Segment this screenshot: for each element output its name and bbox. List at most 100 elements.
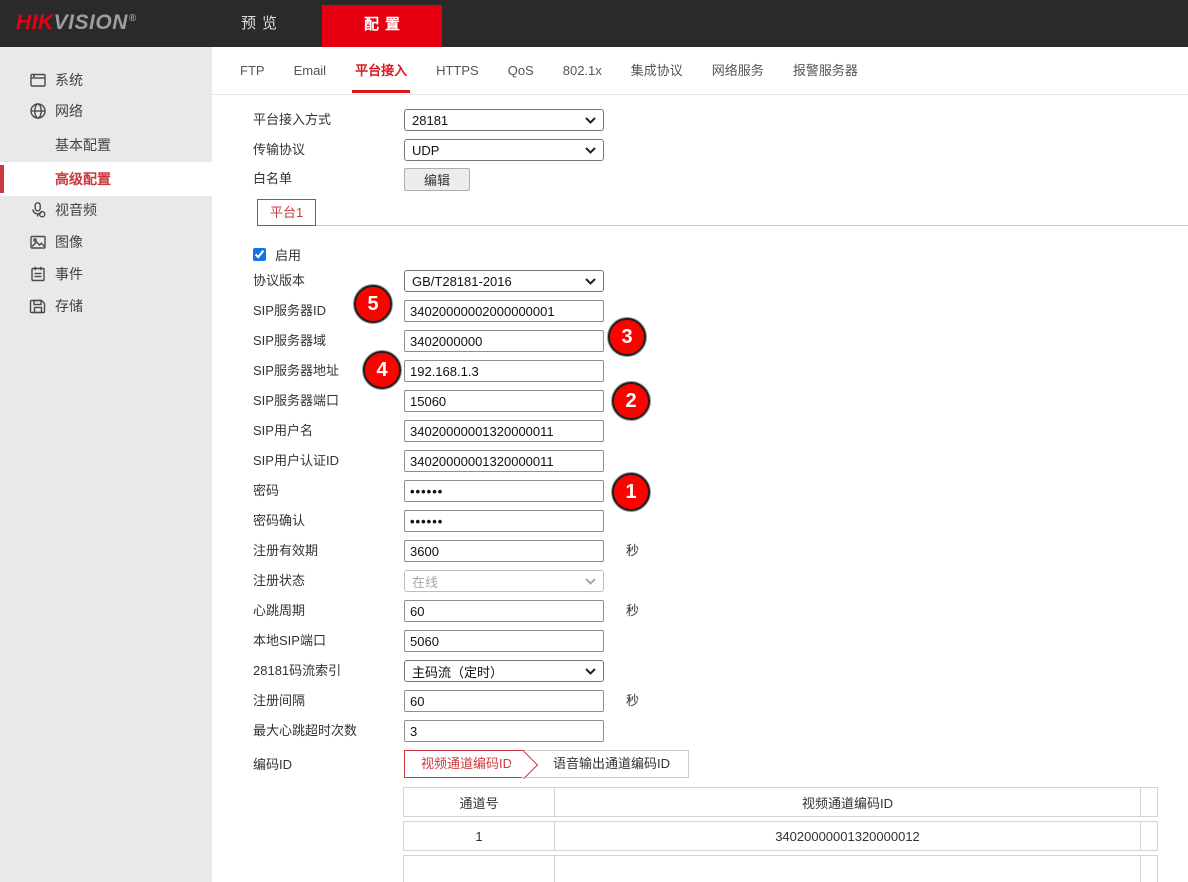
registration-interval-label: 注册间隔 (253, 690, 305, 712)
video-encoder-id-cell (555, 855, 1141, 882)
heartbeat-interval-input[interactable] (404, 600, 604, 622)
sip-server-id-label: SIP服务器ID (253, 300, 326, 322)
event-icon (29, 265, 47, 283)
tab-platform-1[interactable]: 平台1 (257, 199, 316, 226)
sip-server-id-input[interactable] (404, 300, 604, 322)
channel-number-cell: 1 (403, 821, 555, 851)
protocol-version-select[interactable]: GB/T28181-2016 (404, 270, 604, 292)
sidebar-item-video-audio[interactable]: 视音频 (0, 194, 212, 226)
video-encoder-id-cell: 34020000001320000012 (555, 821, 1141, 851)
registration-validity-label: 注册有效期 (253, 540, 318, 562)
enable-checkbox-row[interactable]: 启用 (253, 245, 301, 264)
tab-audio-output-channel-encoder-id[interactable]: 语音输出通道编码ID (524, 750, 689, 778)
annotation-circle-3: 3 (608, 318, 646, 356)
enable-label: 启用 (275, 245, 301, 264)
registration-interval-input[interactable] (404, 690, 604, 712)
sip-auth-id-input[interactable] (404, 450, 604, 472)
max-heartbeat-timeout-label: 最大心跳超时次数 (253, 720, 357, 742)
spacer-cell (1141, 821, 1158, 851)
video-encoder-id-header: 视频通道编码ID (555, 787, 1141, 817)
local-sip-port-label: 本地SIP端口 (253, 630, 326, 652)
channel-number-header: 通道号 (403, 787, 555, 817)
registration-validity-unit: 秒 (626, 540, 639, 562)
network-icon (29, 102, 47, 120)
sidebar-item-basic-config[interactable]: 基本配置 (0, 129, 212, 161)
top-bar: HIKVISION® 预览 配置 (0, 0, 1188, 47)
password-confirm-input[interactable] (404, 510, 604, 532)
sidebar-item-image[interactable]: 图像 (0, 226, 212, 258)
platform-tab-divider (257, 225, 1188, 226)
whitelist-label: 白名单 (253, 168, 292, 190)
enable-checkbox[interactable] (253, 248, 266, 261)
nav-tab-preview[interactable]: 预览 (199, 0, 319, 47)
tab-network-service[interactable]: 网络服务 (712, 47, 764, 94)
stream-index-value: 主码流（定时） (412, 662, 503, 681)
tab-ftp[interactable]: FTP (240, 47, 265, 94)
tab-alarm-server[interactable]: 报警服务器 (793, 47, 858, 94)
tab-email[interactable]: Email (294, 47, 327, 94)
tab-https[interactable]: HTTPS (436, 47, 479, 94)
transport-protocol-label: 传输协议 (253, 139, 305, 161)
chevron-down-icon (585, 147, 596, 154)
table-row[interactable] (403, 855, 1158, 882)
annotation-circle-1: 1 (612, 473, 650, 511)
sidebar-item-label: 网络 (55, 95, 83, 127)
tab-qos[interactable]: QoS (508, 47, 534, 94)
local-sip-port-input[interactable] (404, 630, 604, 652)
stream-index-select[interactable]: 主码流（定时） (404, 660, 604, 682)
transport-protocol-value: UDP (412, 143, 439, 158)
logo-vision: VISION (54, 11, 128, 34)
sip-server-port-label: SIP服务器端口 (253, 390, 339, 412)
max-heartbeat-timeout-input[interactable] (404, 720, 604, 742)
sidebar-item-label: 事件 (55, 258, 83, 290)
system-icon (29, 71, 47, 89)
transport-protocol-select[interactable]: UDP (404, 139, 604, 161)
sidebar-item-label: 系统 (55, 64, 83, 96)
sidebar-item-event[interactable]: 事件 (0, 258, 212, 290)
sidebar-item-label: 存储 (55, 290, 83, 322)
storage-icon (29, 297, 47, 315)
chevron-down-icon (585, 578, 596, 585)
sip-username-input[interactable] (404, 420, 604, 442)
annotation-circle-4: 4 (363, 351, 401, 389)
sip-server-port-input[interactable] (404, 390, 604, 412)
heartbeat-interval-label: 心跳周期 (253, 600, 305, 622)
logo-hik: HIK (16, 11, 54, 34)
registration-interval-unit: 秒 (626, 690, 639, 712)
channel-table-header-row: 通道号 视频通道编码ID (403, 787, 1158, 817)
stream-index-label: 28181码流索引 (253, 660, 341, 682)
sip-server-address-input[interactable] (404, 360, 604, 382)
registration-validity-input[interactable] (404, 540, 604, 562)
app-window: HIKVISION® 预览 配置 系统 网络 基本配置 高级配置 视音频 图像 (0, 0, 1188, 882)
chevron-down-icon (585, 278, 596, 285)
sidebar-item-advanced-config[interactable]: 高级配置 (0, 162, 212, 196)
tab-integration-protocol[interactable]: 集成协议 (631, 47, 683, 94)
encoder-id-tab-bar: 视频通道编码ID 语音输出通道编码ID (404, 750, 689, 778)
sidebar-item-storage[interactable]: 存储 (0, 290, 212, 322)
nav-tab-configuration[interactable]: 配置 (322, 5, 442, 47)
sidebar-item-system[interactable]: 系统 (0, 64, 212, 96)
table-row[interactable]: 1 34020000001320000012 (403, 821, 1158, 851)
tab-8021x[interactable]: 802.1x (563, 47, 602, 94)
sip-server-domain-input[interactable] (404, 330, 604, 352)
sidebar-item-network[interactable]: 网络 (0, 95, 212, 127)
platform-access-mode-select[interactable]: 28181 (404, 109, 604, 131)
whitelist-edit-button[interactable]: 编辑 (404, 168, 470, 191)
chevron-down-icon (585, 117, 596, 124)
spacer-cell (1141, 855, 1158, 882)
tab-platform-access[interactable]: 平台接入 (355, 47, 407, 94)
sidebar: 系统 网络 基本配置 高级配置 视音频 图像 事件 存储 (0, 47, 212, 882)
platform-access-mode-label: 平台接入方式 (253, 109, 331, 131)
protocol-version-value: GB/T28181-2016 (412, 274, 512, 289)
encoder-id-label: 编码ID (253, 754, 292, 776)
annotation-circle-2: 2 (612, 382, 650, 420)
video-audio-icon (29, 201, 47, 219)
tab-video-channel-encoder-id[interactable]: 视频通道编码ID (404, 750, 524, 778)
image-icon (29, 233, 47, 251)
sip-auth-id-label: SIP用户认证ID (253, 450, 339, 472)
sip-username-label: SIP用户名 (253, 420, 313, 442)
password-input[interactable] (404, 480, 604, 502)
registration-status-select: 在线 (404, 570, 604, 592)
sip-server-domain-label: SIP服务器域 (253, 330, 326, 352)
registration-status-label: 注册状态 (253, 570, 305, 592)
